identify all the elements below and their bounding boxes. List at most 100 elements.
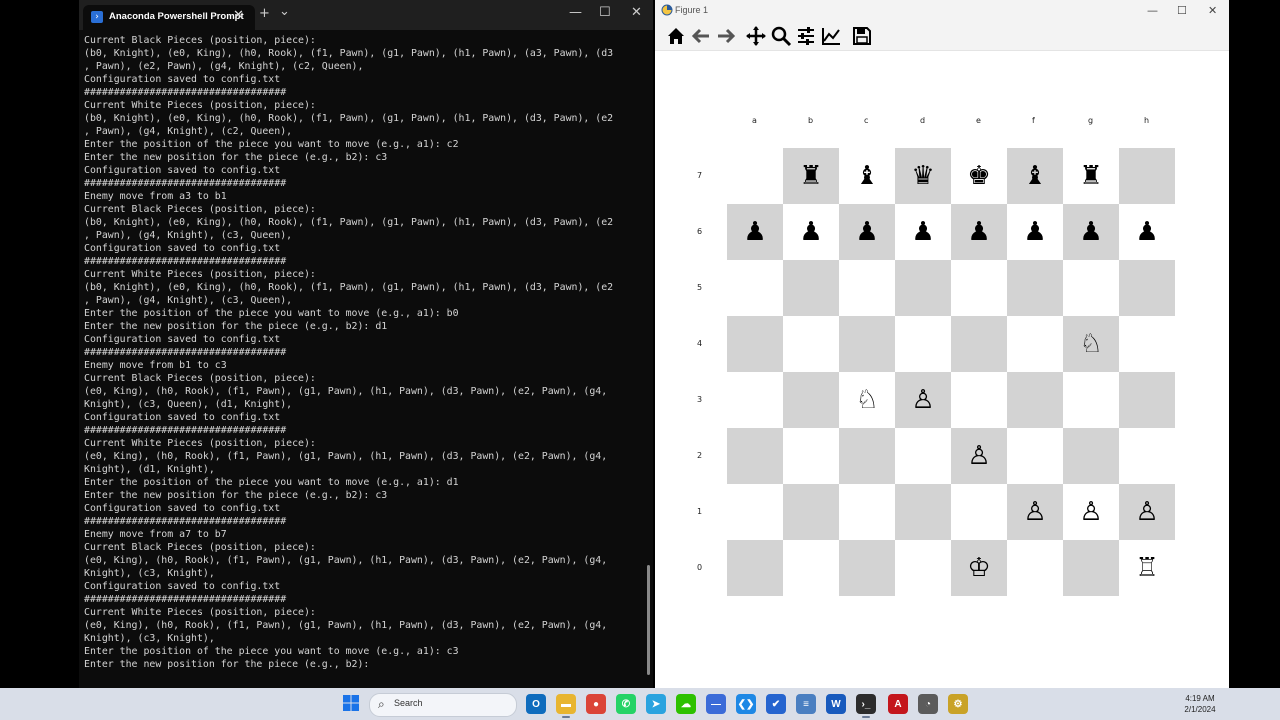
whatsapp-app-icon[interactable]: ✆ — [616, 694, 636, 714]
chess-piece[interactable]: ♟ — [1007, 204, 1063, 260]
terminal-output[interactable]: Current Black Pieces (position, piece): (… — [84, 34, 642, 674]
square-f0[interactable] — [1007, 540, 1063, 596]
acrobat-app-icon[interactable]: A — [888, 694, 908, 714]
chess-piece[interactable]: ♙ — [1007, 484, 1063, 540]
square-f4[interactable] — [1007, 316, 1063, 372]
square-e3[interactable] — [951, 372, 1007, 428]
vscode-app-icon[interactable]: ❮❯ — [736, 694, 756, 714]
chess-piece[interactable]: ♚ — [951, 148, 1007, 204]
system-clock[interactable]: 4:19 AM 2/1/2024 — [1176, 693, 1224, 715]
minimize-icon[interactable]: — — [569, 5, 582, 20]
square-g2[interactable] — [1063, 428, 1119, 484]
square-a1[interactable] — [727, 484, 783, 540]
square-b3[interactable] — [783, 372, 839, 428]
chess-piece[interactable]: ♙ — [895, 372, 951, 428]
tab-close-icon[interactable]: ✕ — [233, 8, 244, 23]
taskbar-search[interactable]: ⌕ Search — [369, 693, 517, 717]
square-c4[interactable] — [839, 316, 895, 372]
chess-piece[interactable]: ♟ — [895, 204, 951, 260]
app-gray-app-icon[interactable]: ◔ — [918, 694, 938, 714]
chess-piece[interactable]: ♘ — [839, 372, 895, 428]
chess-piece[interactable]: ♟ — [1119, 204, 1175, 260]
chess-piece[interactable]: ♜ — [783, 148, 839, 204]
chess-piece[interactable]: ♘ — [1063, 316, 1119, 372]
terminal-line: Enter the new position for the piece (e.… — [84, 659, 376, 670]
square-a7[interactable] — [727, 148, 783, 204]
terminal-tab[interactable]: › Anaconda Powershell Prompt ✕ — [83, 5, 255, 30]
chess-piece[interactable]: ♝ — [839, 148, 895, 204]
wechat-app-icon[interactable]: ☁ — [676, 694, 696, 714]
chess-piece[interactable]: ♙ — [1063, 484, 1119, 540]
square-d0[interactable] — [895, 540, 951, 596]
square-e4[interactable] — [951, 316, 1007, 372]
square-h5[interactable] — [1119, 260, 1175, 316]
chess-piece[interactable]: ♛ — [895, 148, 951, 204]
chess-piece[interactable]: ♝ — [1007, 148, 1063, 204]
outlook-app-icon[interactable]: O — [526, 694, 546, 714]
square-e5[interactable] — [951, 260, 1007, 316]
chess-board[interactable]: a b c d e f g h 7 6 5 4 3 2 1 0 ♜ ♝ ♛ ♚ ♝ ♜ ♟ ♟ ♟ ♟ ♟ ♟ ♟ ♟ ♘ ♘ ♙ ♙ ♙ ♙ ♙ ♔ ♖ — [655, 0, 1229, 688]
square-h4[interactable] — [1119, 316, 1175, 372]
chess-piece[interactable]: ♟ — [727, 204, 783, 260]
terminal-app-icon[interactable]: ›_ — [856, 694, 876, 714]
terminal-line: Enter the position of the piece you want… — [84, 139, 459, 150]
figure-window[interactable]: Figure 1 — ☐ ✕ a b c d e f g h 7 6 5 4 3 2 1 0 ♜ ♝ ♛ ♚ ♝ ♜ ♟ ♟ ♟… — [655, 0, 1229, 688]
square-c5[interactable] — [839, 260, 895, 316]
terminal-titlebar[interactable]: › Anaconda Powershell Prompt ✕ + ⌄ — ☐ ✕ — [79, 0, 653, 30]
square-f3[interactable] — [1007, 372, 1063, 428]
square-b1[interactable] — [783, 484, 839, 540]
terminal-scrollbar[interactable] — [647, 565, 650, 675]
square-d2[interactable] — [895, 428, 951, 484]
square-h3[interactable] — [1119, 372, 1175, 428]
chess-piece[interactable]: ♖ — [1119, 540, 1175, 596]
app-blue-app-icon[interactable]: — — [706, 694, 726, 714]
tab-dropdown-button[interactable]: ⌄ — [279, 4, 290, 19]
square-g0[interactable] — [1063, 540, 1119, 596]
chess-piece[interactable]: ♟ — [1063, 204, 1119, 260]
square-b5[interactable] — [783, 260, 839, 316]
chrome-app-icon[interactable]: ● — [586, 694, 606, 714]
chess-piece[interactable]: ♟ — [839, 204, 895, 260]
todo-app-icon[interactable]: ✔ — [766, 694, 786, 714]
telegram-app-icon[interactable]: ➤ — [646, 694, 666, 714]
terminal-window[interactable]: › Anaconda Powershell Prompt ✕ + ⌄ — ☐ ✕… — [79, 0, 653, 688]
square-f2[interactable] — [1007, 428, 1063, 484]
square-a5[interactable] — [727, 260, 783, 316]
chess-piece[interactable]: ♙ — [1119, 484, 1175, 540]
maximize-icon[interactable]: ☐ — [599, 5, 611, 20]
close-icon[interactable]: ✕ — [631, 5, 642, 20]
chess-piece[interactable]: ♙ — [951, 428, 1007, 484]
square-e1[interactable] — [951, 484, 1007, 540]
square-a0[interactable] — [727, 540, 783, 596]
square-f5[interactable] — [1007, 260, 1063, 316]
windows-start-icon[interactable] — [343, 695, 359, 711]
terminal-tab-title: Anaconda Powershell Prompt — [109, 11, 244, 22]
square-d4[interactable] — [895, 316, 951, 372]
notepad-app-icon[interactable]: ≡ — [796, 694, 816, 714]
square-a4[interactable] — [727, 316, 783, 372]
square-d1[interactable] — [895, 484, 951, 540]
square-d5[interactable] — [895, 260, 951, 316]
chess-piece[interactable]: ♟ — [951, 204, 1007, 260]
square-b2[interactable] — [783, 428, 839, 484]
square-c2[interactable] — [839, 428, 895, 484]
rank-label: 0 — [697, 563, 703, 572]
new-tab-button[interactable]: + — [259, 6, 270, 21]
square-h2[interactable] — [1119, 428, 1175, 484]
word-app-icon[interactable]: W — [826, 694, 846, 714]
chess-piece[interactable]: ♟ — [783, 204, 839, 260]
chess-piece[interactable]: ♜ — [1063, 148, 1119, 204]
square-g3[interactable] — [1063, 372, 1119, 428]
square-b4[interactable] — [783, 316, 839, 372]
square-c0[interactable] — [839, 540, 895, 596]
chess-piece[interactable]: ♔ — [951, 540, 1007, 596]
app-yellow-app-icon[interactable]: ⚙ — [948, 694, 968, 714]
terminal-line: (b0, Knight), (e0, King), (h0, Rook), (f… — [84, 217, 614, 228]
square-b0[interactable] — [783, 540, 839, 596]
square-c1[interactable] — [839, 484, 895, 540]
square-g5[interactable] — [1063, 260, 1119, 316]
file-explorer-app-icon[interactable]: ▬ — [556, 694, 576, 714]
square-h7[interactable] — [1119, 148, 1175, 204]
square-a3[interactable] — [727, 372, 783, 428]
square-a2[interactable] — [727, 428, 783, 484]
